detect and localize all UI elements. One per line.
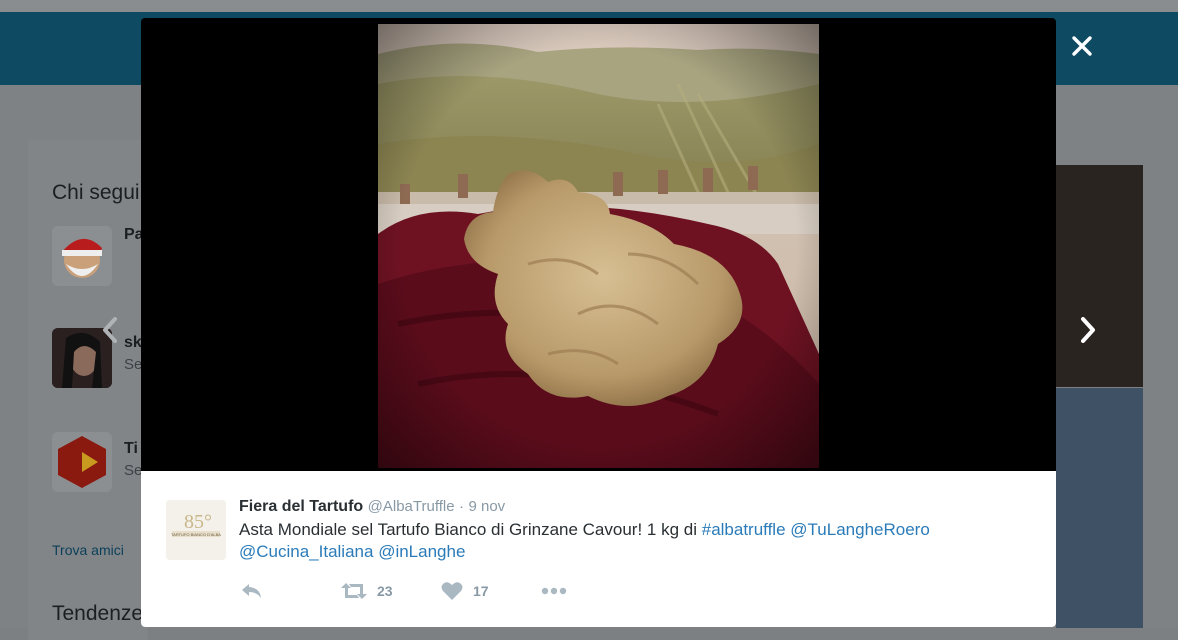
svg-text:TARTUFO BIANCO D'ALBA: TARTUFO BIANCO D'ALBA [171, 532, 221, 537]
mention-link-cucina-italiana[interactable]: @Cucina_Italiana [239, 542, 373, 561]
media-modal: 85° TARTUFO BIANCO D'ALBA Fiera del Tart… [141, 18, 1056, 627]
like-count: 17 [473, 583, 489, 599]
top-bar [0, 0, 1178, 12]
like-button[interactable]: 17 [441, 579, 489, 603]
tweet-header: Fiera del Tartufo @AlbaTruffle · 9 nov [239, 498, 505, 516]
follow-avatar-3[interactable] [52, 432, 112, 492]
author-fullname[interactable]: Fiera del Tartufo [239, 498, 363, 515]
previous-media-button[interactable] [95, 310, 125, 350]
retweet-button[interactable]: 23 [341, 579, 393, 603]
tweet-author-avatar[interactable]: 85° TARTUFO BIANCO D'ALBA [166, 500, 226, 560]
more-button[interactable] [541, 579, 567, 603]
more-icon [541, 587, 567, 595]
reply-icon [242, 584, 261, 598]
follow-name-2[interactable]: sk [124, 334, 142, 352]
heart-icon [441, 582, 463, 600]
trends-title: Tendenze [52, 602, 144, 625]
follow-name-3[interactable]: Ti [124, 440, 138, 458]
tweet-timestamp[interactable]: 9 nov [468, 498, 505, 515]
close-modal-button[interactable] [1064, 28, 1100, 64]
close-icon [1072, 36, 1092, 56]
retweet-icon [341, 583, 367, 599]
retweet-count: 23 [377, 583, 393, 599]
chevron-right-icon [1081, 317, 1095, 343]
find-friends-link[interactable]: Trova amici [52, 542, 124, 558]
tweet-photo[interactable] [378, 24, 819, 468]
mention-link-inlanghe[interactable]: @inLanghe [378, 542, 465, 561]
sidebar-card [28, 140, 148, 640]
hashtag-link[interactable]: #albatruffle [702, 520, 786, 539]
who-to-follow-title: Chi segui [52, 181, 140, 204]
reply-button[interactable] [241, 579, 263, 603]
follow-avatar-santa[interactable] [52, 226, 112, 286]
background-photo-1 [1056, 165, 1143, 387]
header-separator: · [459, 498, 465, 515]
tweet-text-body: Asta Mondiale sel Tartufo Bianco di Grin… [239, 520, 697, 539]
svg-text:85°: 85° [184, 511, 212, 533]
follow-sub-3: Se [124, 462, 143, 479]
truffle-photo-image [378, 24, 819, 468]
chevron-left-icon [103, 317, 117, 343]
background-photo-2 [1056, 388, 1143, 628]
author-username[interactable]: @AlbaTruffle [368, 498, 455, 515]
tweet-text: Asta Mondiale sel Tartufo Bianco di Grin… [239, 519, 999, 563]
mention-link-tulangheroero[interactable]: @TuLangheRoero [790, 520, 930, 539]
tweet-details: 85° TARTUFO BIANCO D'ALBA Fiera del Tart… [141, 471, 1056, 627]
next-media-button[interactable] [1073, 310, 1103, 350]
fiera-logo-icon: 85° TARTUFO BIANCO D'ALBA [166, 500, 226, 560]
follow-sub-2: Se [124, 356, 143, 373]
